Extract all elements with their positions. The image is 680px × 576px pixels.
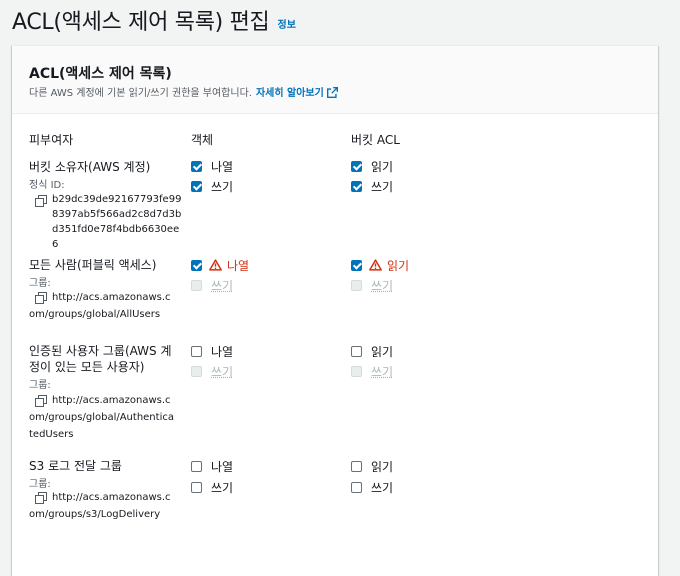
acl-panel: ACL(액세스 제어 목록) 다른 AWS 계정에 기본 읽기/쓰기 권한을 부… (12, 45, 658, 576)
perm-label: 쓰기 (211, 278, 234, 293)
bucket-write-checkbox[interactable] (351, 180, 362, 192)
group-uri: http://acs.amazonaws.com/groups/s3/LogDe… (29, 492, 171, 520)
perm-label: 나열 (227, 258, 250, 273)
perm-label: 쓰기 (371, 480, 394, 495)
grantee-name: 모든 사람(퍼블릭 액세스) (29, 258, 157, 272)
perm-objects-write-row0: 쓰기 (191, 178, 233, 194)
canonical-id: b29dc39de92167793fe998397ab5f566ad2c8d7d… (52, 194, 182, 250)
grantee-name: S3 로그 전달 그룹 (29, 459, 122, 473)
objects-list-checkbox[interactable] (191, 460, 202, 472)
column-header-bucket-acl: 버킷 ACL (351, 133, 400, 147)
group-uri: http://acs.amazonaws.com/groups/global/A… (29, 292, 171, 320)
grantee-id-label: 그룹: (29, 278, 51, 289)
objects-write-checkbox (191, 365, 202, 377)
perm-objects-list-row2: 나열 (191, 343, 233, 359)
perm-label: 읽기 (387, 258, 410, 273)
objects-list-checkbox[interactable] (191, 259, 202, 271)
perm-label: 쓰기 (371, 179, 394, 194)
perm-label: 읽기 (371, 159, 394, 174)
objects-write-checkbox[interactable] (191, 180, 202, 192)
perm-objects-write-row1: 쓰기 (191, 277, 233, 293)
perm-bucket-write-row3: 쓰기 (351, 479, 393, 495)
grantee-id-label: 그룹: (29, 380, 51, 391)
perm-bucket-read-row2: 읽기 (351, 343, 393, 359)
page-header: ACL(액세스 제어 목록) 편집 정보 (12, 2, 296, 38)
grantee-id-label: 정식 ID: (29, 180, 65, 191)
perm-bucket-write-row1: 쓰기 (351, 277, 393, 293)
perm-bucket-read-row1: 읽기 (351, 257, 409, 273)
perm-label: 쓰기 (211, 364, 234, 379)
perm-bucket-read-row0: 읽기 (351, 158, 393, 174)
perm-bucket-write-row0: 쓰기 (351, 178, 393, 194)
objects-write-checkbox (191, 279, 202, 291)
perm-label: 나열 (211, 344, 234, 359)
grantee-name: 버킷 소유자(AWS 계정) (29, 160, 151, 174)
perm-label: 쓰기 (371, 364, 394, 379)
bucket-write-checkbox (351, 279, 362, 291)
bucket-read-checkbox[interactable] (351, 160, 362, 172)
objects-list-checkbox[interactable] (191, 345, 202, 357)
warning-icon (209, 259, 222, 271)
perm-objects-list-row3: 나열 (191, 458, 233, 474)
panel-description: 다른 AWS 계정에 기본 읽기/쓰기 권한을 부여합니다. 자세히 알아보기 (29, 84, 338, 99)
perm-label: 읽기 (371, 459, 394, 474)
info-link[interactable]: 정보 (278, 16, 296, 31)
perm-bucket-read-row3: 읽기 (351, 458, 393, 474)
perm-label: 쓰기 (371, 278, 394, 293)
bucket-write-checkbox (351, 365, 362, 377)
perm-label: 읽기 (371, 344, 394, 359)
column-header-objects: 객체 (191, 133, 214, 147)
perm-objects-write-row2: 쓰기 (191, 363, 233, 379)
perm-label: 나열 (211, 459, 234, 474)
perm-label: 쓰기 (211, 480, 234, 495)
column-header-grantee: 피부여자 (29, 133, 74, 147)
bucket-read-checkbox[interactable] (351, 259, 362, 271)
objects-write-checkbox[interactable] (191, 481, 202, 493)
grantee-id-label: 그룹: (29, 479, 51, 490)
external-link-icon[interactable] (326, 87, 338, 98)
bucket-read-checkbox[interactable] (351, 460, 362, 472)
perm-objects-list-row0: 나열 (191, 158, 233, 174)
grantee-name: 인증된 사용자 그룹(AWS 계정이 있는 모든 사용자) (29, 344, 172, 374)
perm-label: 쓰기 (211, 179, 234, 194)
panel-header: ACL(액세스 제어 목록) 다른 AWS 계정에 기본 읽기/쓰기 권한을 부… (12, 46, 658, 114)
perm-objects-write-row3: 쓰기 (191, 479, 233, 495)
group-uri: http://acs.amazonaws.com/groups/global/A… (29, 395, 174, 440)
perm-label: 나열 (211, 159, 234, 174)
learn-more-link[interactable]: 자세히 알아보기 (256, 87, 338, 99)
panel-title: ACL(액세스 제어 목록) (29, 66, 172, 82)
perm-objects-list-row1: 나열 (191, 257, 249, 273)
objects-list-checkbox[interactable] (191, 160, 202, 172)
panel-description-text: 다른 AWS 계정에 기본 읽기/쓰기 권한을 부여합니다. (29, 88, 252, 99)
bucket-write-checkbox[interactable] (351, 481, 362, 493)
page-title: ACL(액세스 제어 목록) 편집 (12, 10, 270, 35)
perm-bucket-write-row2: 쓰기 (351, 363, 393, 379)
copy-icon[interactable] (35, 195, 47, 207)
warning-icon (369, 259, 382, 271)
bucket-read-checkbox[interactable] (351, 345, 362, 357)
learn-more-label[interactable]: 자세히 알아보기 (256, 88, 324, 99)
